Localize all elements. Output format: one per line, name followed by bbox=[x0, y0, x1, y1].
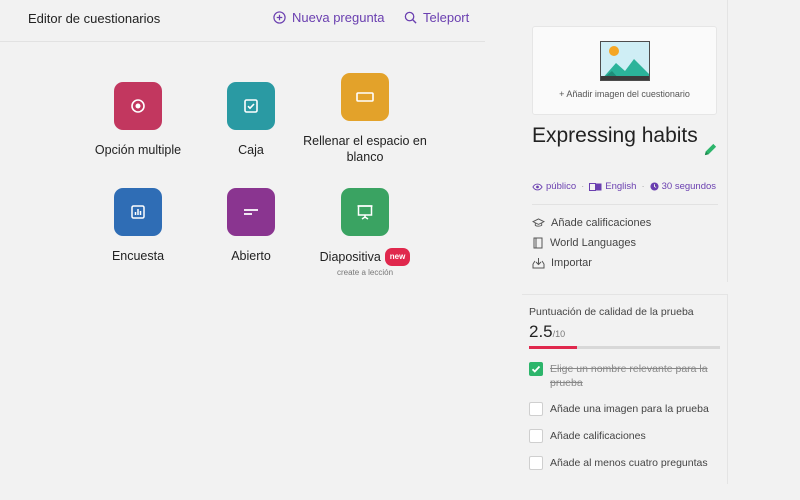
visibility-label[interactable]: público bbox=[546, 181, 576, 192]
tile-label: Diapositiva new bbox=[300, 248, 430, 266]
checklist-item[interactable]: Elige un nombre relevante para la prueba bbox=[529, 362, 721, 390]
add-image-label: + Añadir imagen del cuestionario bbox=[559, 89, 690, 99]
question-type-fill-blank[interactable]: Rellenar el espacio en blanco bbox=[300, 73, 430, 165]
add-grades-option[interactable]: Añade calificaciones bbox=[532, 217, 651, 229]
book-icon bbox=[533, 237, 543, 249]
language-icon bbox=[589, 182, 602, 191]
question-type-open[interactable]: Abierto bbox=[186, 188, 316, 264]
editor-header: Editor de cuestionarios Nueva pregunta T… bbox=[0, 0, 485, 42]
add-quiz-image-button[interactable]: + Añadir imagen del cuestionario bbox=[532, 26, 717, 115]
score-max: /10 bbox=[552, 329, 566, 339]
plus-circle-icon bbox=[273, 11, 286, 24]
slide-label: Diapositiva bbox=[319, 250, 381, 264]
graduation-cap-icon bbox=[532, 217, 545, 227]
search-icon bbox=[404, 11, 417, 24]
checklist-item[interactable]: Añade calificaciones bbox=[529, 429, 721, 443]
slide-icon bbox=[357, 205, 373, 220]
score-value-wrap: 2.5/10 bbox=[529, 322, 565, 342]
quiz-settings-panel: + Añadir imagen del cuestionario Express… bbox=[522, 0, 728, 500]
tile-label: Caja bbox=[238, 143, 264, 157]
checklist-label: Elige un nombre relevante para la prueba bbox=[550, 363, 708, 389]
checkbox[interactable] bbox=[529, 402, 543, 416]
multiple-choice-tile bbox=[114, 82, 162, 130]
time-label[interactable]: 30 segundos bbox=[662, 181, 716, 192]
new-question-button[interactable]: Nueva pregunta bbox=[273, 10, 385, 25]
score-progress-fill bbox=[529, 346, 577, 349]
checkbox[interactable] bbox=[529, 362, 543, 376]
import-option[interactable]: Importar bbox=[532, 257, 592, 269]
import-icon bbox=[532, 258, 545, 269]
option-label: World Languages bbox=[550, 237, 637, 249]
tile-label: Abierto bbox=[231, 249, 271, 263]
checkbox-tile bbox=[227, 82, 275, 130]
checkbox-icon bbox=[244, 99, 258, 113]
option-label: Añade calificaciones bbox=[551, 217, 652, 229]
quality-score-card: Puntuación de calidad de la prueba 2.5/1… bbox=[522, 294, 728, 484]
tile-label: Opción multiple bbox=[94, 143, 182, 157]
checklist-item[interactable]: Añade una imagen para la prueba bbox=[529, 402, 721, 416]
option-label: Importar bbox=[551, 257, 592, 269]
question-type-slide[interactable]: Diapositiva new create a lección bbox=[300, 188, 430, 277]
teleport-button[interactable]: Teleport bbox=[404, 10, 469, 25]
slide-sublabel: create a lección bbox=[336, 268, 394, 277]
checkbox[interactable] bbox=[529, 456, 543, 470]
fill-blank-tile bbox=[341, 73, 389, 121]
slide-tile bbox=[341, 188, 389, 236]
score-title: Puntuación de calidad de la prueba bbox=[529, 306, 694, 318]
subject-option[interactable]: World Languages bbox=[532, 237, 636, 249]
checklist-label: Añade calificaciones bbox=[550, 430, 646, 442]
language-label[interactable]: English bbox=[605, 181, 636, 192]
divider bbox=[532, 204, 718, 205]
open-tile bbox=[227, 188, 275, 236]
poll-icon bbox=[131, 205, 145, 219]
radio-icon bbox=[131, 99, 145, 113]
new-badge: new bbox=[384, 248, 411, 266]
clock-icon bbox=[650, 182, 659, 191]
new-question-label: Nueva pregunta bbox=[292, 10, 385, 25]
question-type-multiple-choice[interactable]: Opción multiple bbox=[73, 82, 203, 158]
check-icon bbox=[531, 365, 541, 373]
separator: · bbox=[581, 181, 585, 192]
score-value: 2.5 bbox=[529, 322, 553, 341]
poll-tile bbox=[114, 188, 162, 236]
tile-label: Encuesta bbox=[111, 249, 165, 263]
pencil-icon[interactable] bbox=[703, 142, 718, 157]
quiz-meta: público · English · 30 segundos bbox=[532, 181, 716, 192]
teleport-label: Teleport bbox=[423, 10, 470, 25]
blank-icon bbox=[356, 92, 374, 102]
score-progress-bar bbox=[529, 346, 720, 349]
question-type-poll[interactable]: Encuesta bbox=[73, 188, 203, 264]
image-placeholder-icon bbox=[600, 41, 650, 81]
checkbox[interactable] bbox=[529, 429, 543, 443]
checklist-label: Añade al menos cuatro preguntas bbox=[550, 457, 708, 469]
separator: · bbox=[641, 181, 645, 192]
open-text-icon bbox=[244, 209, 258, 215]
quiz-info-card: + Añadir imagen del cuestionario Express… bbox=[522, 0, 728, 282]
tile-label: Rellenar el espacio en blanco bbox=[303, 134, 427, 164]
editor-title: Editor de cuestionarios bbox=[28, 11, 161, 26]
eye-icon bbox=[532, 183, 543, 190]
quiz-title: Expressing habits bbox=[532, 124, 698, 147]
question-type-checkbox[interactable]: Caja bbox=[186, 82, 316, 158]
checklist-item[interactable]: Añade al menos cuatro preguntas bbox=[529, 456, 721, 470]
quiz-editor: Editor de cuestionarios Nueva pregunta T… bbox=[0, 0, 485, 500]
checklist-label: Añade una imagen para la prueba bbox=[550, 403, 709, 415]
